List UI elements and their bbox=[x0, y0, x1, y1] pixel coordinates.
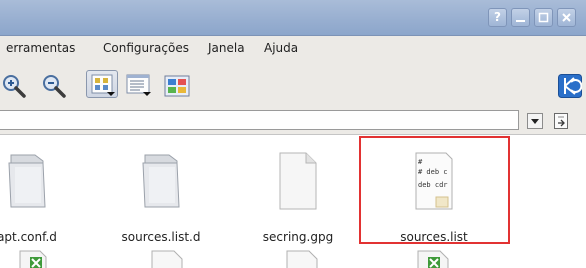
menu-janela[interactable]: Janela bbox=[208, 41, 245, 55]
file-item-secring-gpg[interactable]: secring.gpg bbox=[243, 145, 353, 245]
folder-icon bbox=[142, 154, 180, 208]
svg-text:# deb c: # deb c bbox=[418, 168, 448, 176]
close-icon bbox=[562, 13, 571, 22]
toolbar bbox=[0, 62, 586, 106]
menu-ajuda[interactable]: Ajuda bbox=[264, 41, 298, 55]
maximize-button[interactable] bbox=[534, 8, 553, 27]
menu-bar: erramentas Configurações Janela Ajuda bbox=[0, 36, 586, 62]
menu-configuracoes[interactable]: Configurações bbox=[103, 41, 189, 55]
document-icon[interactable] bbox=[283, 247, 319, 268]
dropdown-arrow-icon bbox=[107, 92, 115, 96]
help-button[interactable]: ? bbox=[488, 8, 507, 27]
file-item-sources-list-d[interactable]: sources.list.d bbox=[106, 145, 216, 245]
zoom-out-icon[interactable] bbox=[40, 74, 68, 98]
file-label: sources.list bbox=[400, 230, 468, 244]
minimize-button[interactable] bbox=[511, 8, 530, 27]
spreadsheet-icon[interactable] bbox=[414, 247, 450, 268]
icon-view-icon bbox=[91, 74, 113, 94]
file-item-sources-list[interactable]: # # deb c deb cdr sources.list bbox=[379, 145, 489, 245]
document-icon[interactable] bbox=[148, 247, 184, 268]
location-bar bbox=[0, 106, 586, 134]
detail-view-button[interactable] bbox=[122, 70, 154, 98]
go-icon[interactable] bbox=[551, 111, 571, 131]
detail-view-icon bbox=[126, 74, 150, 94]
menu-ferramentas[interactable]: erramentas bbox=[6, 41, 75, 55]
file-view: apt.conf.d sources.list.d secring.gpg # … bbox=[0, 134, 586, 268]
svg-text:deb cdr: deb cdr bbox=[418, 181, 448, 189]
spreadsheet-icon[interactable] bbox=[16, 247, 50, 268]
maximize-icon bbox=[538, 12, 549, 23]
file-label: apt.conf.d bbox=[0, 230, 57, 244]
icon-view-button[interactable] bbox=[86, 70, 118, 98]
kde-logo-icon[interactable] bbox=[558, 74, 582, 98]
file-label: secring.gpg bbox=[262, 230, 334, 244]
text-file-icon: # # deb c deb cdr bbox=[415, 152, 453, 210]
file-item-apt-conf-d[interactable]: apt.conf.d bbox=[0, 145, 82, 245]
location-dropdown-button[interactable] bbox=[527, 113, 543, 129]
zoom-in-icon[interactable] bbox=[2, 74, 28, 98]
close-button[interactable] bbox=[557, 8, 576, 27]
location-input[interactable] bbox=[0, 110, 519, 130]
title-bar: ? bbox=[0, 0, 586, 36]
dropdown-arrow-icon bbox=[143, 92, 151, 96]
document-icon bbox=[279, 152, 317, 210]
folder-icon bbox=[8, 154, 46, 208]
preview-icon[interactable] bbox=[164, 75, 190, 97]
minimize-icon bbox=[516, 20, 525, 22]
file-label: sources.list.d bbox=[121, 230, 201, 244]
